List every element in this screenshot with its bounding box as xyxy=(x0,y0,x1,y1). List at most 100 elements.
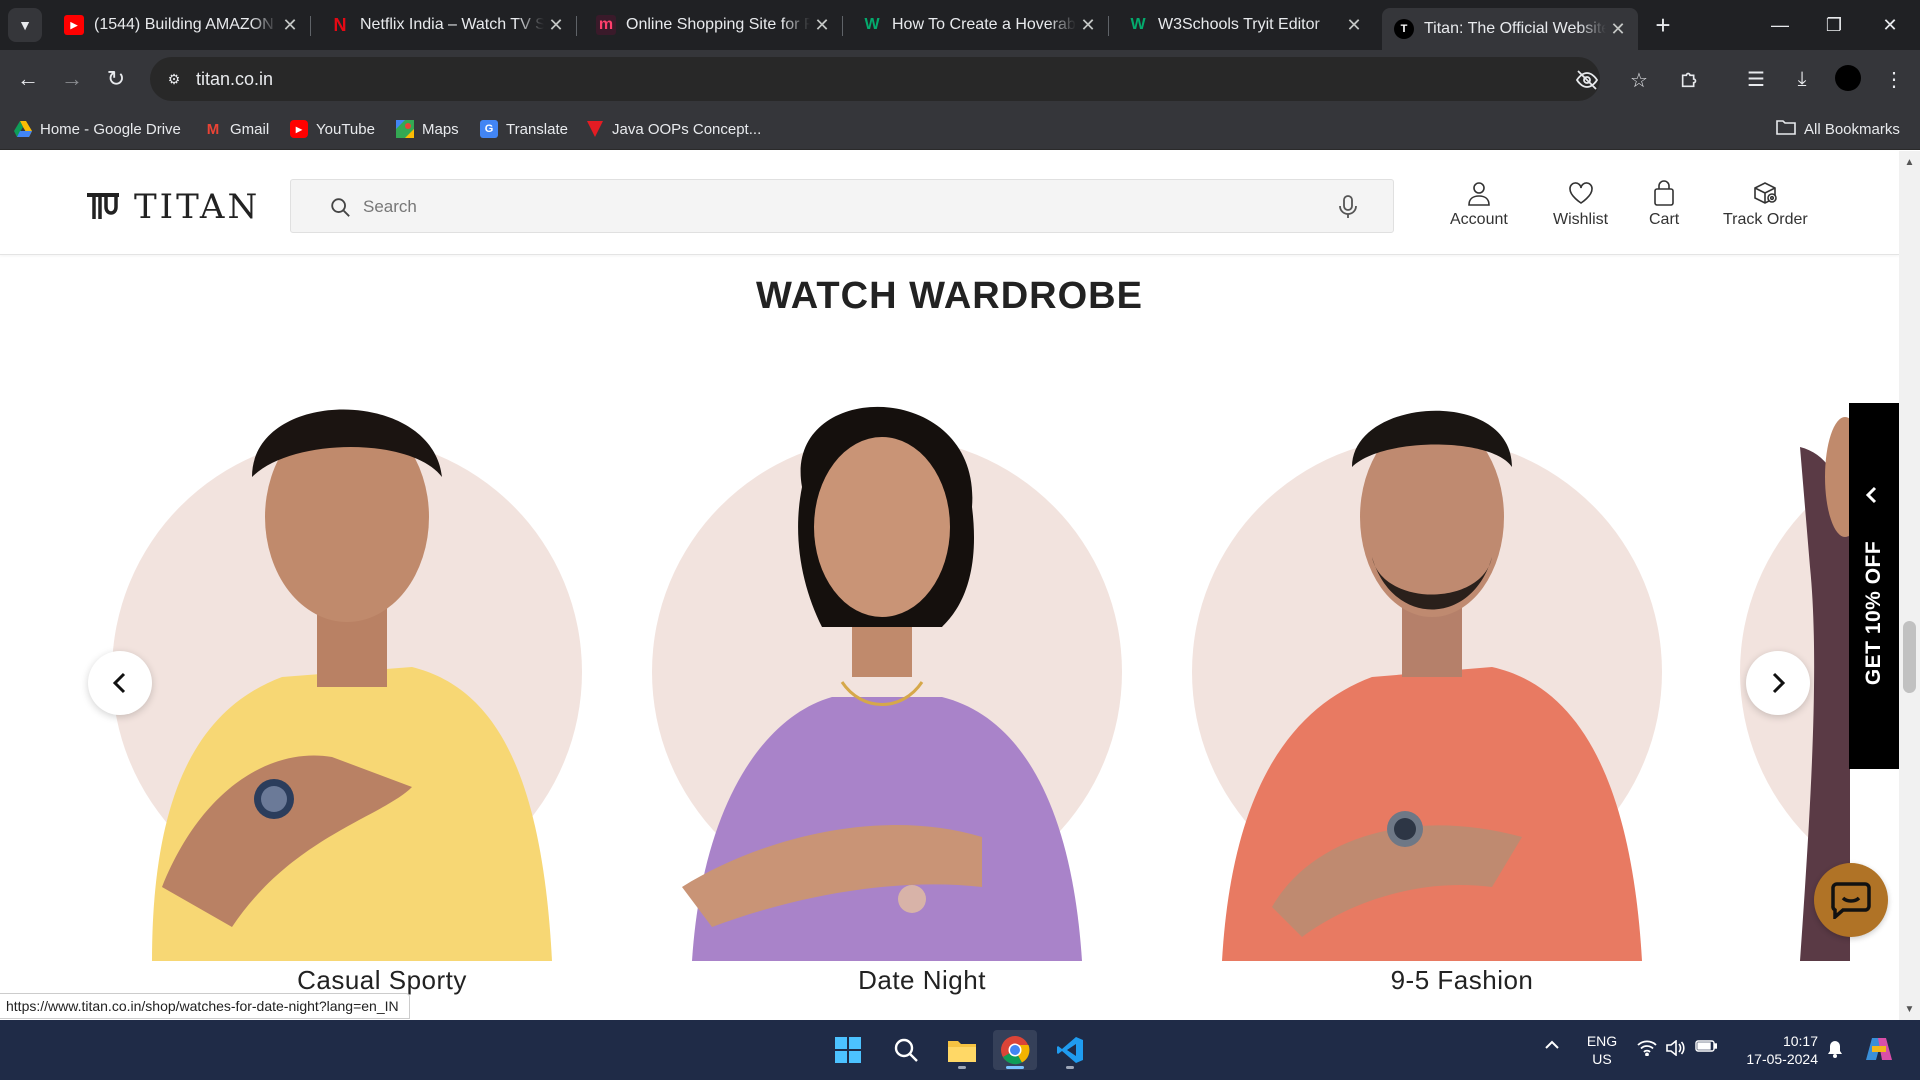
restore-icon[interactable]: ❐ xyxy=(1806,0,1862,50)
profile-avatar[interactable] xyxy=(1835,65,1861,91)
close-tab-icon[interactable]: ✕ xyxy=(278,15,302,36)
link-status-bubble: https://www.titan.co.in/shop/watches-for… xyxy=(0,993,410,1019)
tab-search-chevron-icon[interactable]: ▼ xyxy=(8,8,42,42)
wardrobe-card-9-5-fashion[interactable]: 9-5 Fashion xyxy=(1192,367,1732,995)
close-tab-icon[interactable]: ✕ xyxy=(810,15,834,36)
new-tab-plus-icon[interactable]: + xyxy=(1648,10,1678,40)
bookmark-label: Home - Google Drive xyxy=(40,120,181,138)
bookmark-youtube[interactable]: ▶ YouTube xyxy=(290,116,375,142)
running-indicator xyxy=(958,1066,966,1069)
titan-icon: T xyxy=(1394,19,1414,39)
carousel-next-button[interactable] xyxy=(1746,651,1810,715)
cart-label: Cart xyxy=(1649,211,1680,228)
tab-separator xyxy=(1108,16,1109,36)
model-photo xyxy=(152,409,552,961)
card-caption: 9-5 Fashion xyxy=(1390,965,1534,995)
search-icon[interactable] xyxy=(884,1030,928,1070)
site-header: TITAN Account Wishlist Cart Track Order xyxy=(0,151,1899,255)
battery-icon[interactable] xyxy=(1695,1040,1717,1052)
discount-offer-tab[interactable]: GET 10% OFF xyxy=(1849,403,1899,769)
titan-logo[interactable]: TITAN xyxy=(86,187,260,227)
scroll-up-arrow-icon[interactable]: ▲ xyxy=(1899,153,1920,171)
translate-icon: G xyxy=(480,120,498,138)
close-window-icon[interactable]: ✕ xyxy=(1862,0,1918,50)
chevron-left-icon xyxy=(112,672,126,694)
search-bar[interactable] xyxy=(290,179,1394,233)
carousel-prev-button[interactable] xyxy=(88,651,152,715)
logo-wordmark: TITAN xyxy=(134,187,261,227)
bookmark-java-oops[interactable]: Java OOPs Concept... xyxy=(586,116,761,142)
browser-tab[interactable]: N Netflix India – Watch TV Shows ✕ xyxy=(318,8,577,42)
chat-bubble-icon xyxy=(1831,882,1871,919)
scrollbar-thumb[interactable] xyxy=(1903,621,1916,693)
clock[interactable]: 10:17 17-05-2024 xyxy=(1732,1032,1818,1068)
bookmark-translate[interactable]: G Translate xyxy=(480,116,568,142)
vscode-icon[interactable] xyxy=(1048,1030,1092,1070)
close-tab-icon[interactable]: ✕ xyxy=(544,15,568,36)
card-caption: Casual Sporty xyxy=(297,965,467,995)
all-bookmarks-label: All Bookmarks xyxy=(1804,120,1900,138)
site-info-icon[interactable]: ⚙ xyxy=(164,69,184,89)
reload-icon[interactable]: ↻ xyxy=(100,63,132,95)
bookmark-google-drive[interactable]: Home - Google Drive xyxy=(14,116,181,142)
browser-tab[interactable]: W How To Create a Hoverable ✕ xyxy=(850,8,1109,42)
back-arrow-icon[interactable]: ← xyxy=(12,63,44,95)
tab-title: Netflix India – Watch TV Shows xyxy=(360,16,544,33)
file-explorer-icon[interactable] xyxy=(940,1030,984,1070)
wardrobe-card-casual-sporty[interactable]: Casual Sporty xyxy=(112,367,652,995)
browser-tab-active[interactable]: T Titan: The Official Website ✕ xyxy=(1382,8,1638,50)
youtube-icon: ▶ xyxy=(64,15,84,35)
browser-tab[interactable]: W W3Schools Tryit Editor ✕ xyxy=(1116,8,1374,42)
browser-tab[interactable]: m Online Shopping Site for Fashion ✕ xyxy=(584,8,843,42)
bookmarks-bar: Home - Google Drive M Gmail ▶ YouTube Ma… xyxy=(0,108,1920,150)
chrome-icon[interactable] xyxy=(993,1030,1037,1070)
language-indicator[interactable]: ENG US xyxy=(1582,1032,1622,1068)
page-scrollbar[interactable]: ▲ ▼ xyxy=(1899,151,1920,1020)
all-bookmarks-button[interactable]: All Bookmarks xyxy=(1776,116,1900,142)
bookmark-label: Java OOPs Concept... xyxy=(612,120,762,138)
page-viewport: TITAN Account Wishlist Cart Track Order … xyxy=(0,151,1920,1020)
minimize-icon[interactable]: — xyxy=(1752,0,1808,50)
close-tab-icon[interactable]: ✕ xyxy=(1076,15,1100,36)
search-icon xyxy=(331,198,350,217)
bookmark-maps[interactable]: Maps xyxy=(396,116,459,142)
gmail-icon: M xyxy=(206,120,220,138)
bookmark-star-icon[interactable]: ☆ xyxy=(1626,67,1652,93)
address-bar[interactable]: ⚙ titan.co.in ☆ xyxy=(150,57,1648,101)
copilot-icon[interactable] xyxy=(1864,1036,1894,1062)
close-tab-icon[interactable]: ✕ xyxy=(1342,15,1366,36)
notification-bell-icon[interactable] xyxy=(1826,1040,1844,1058)
section-title: WATCH WARDROBE xyxy=(756,275,1143,317)
tab-title: How To Create a Hoverable xyxy=(892,16,1076,33)
cart-button[interactable]: Cart xyxy=(1649,179,1679,229)
chat-support-button[interactable] xyxy=(1814,863,1888,937)
wishlist-button[interactable]: Wishlist xyxy=(1553,179,1608,229)
search-input[interactable] xyxy=(363,190,1263,224)
bookmark-gmail[interactable]: M Gmail xyxy=(204,116,269,142)
w3schools-icon: W xyxy=(864,16,880,33)
download-icon[interactable]: ⤓ xyxy=(1786,63,1818,95)
heart-icon xyxy=(1568,182,1593,204)
chevron-up-icon[interactable] xyxy=(1544,1040,1560,1050)
media-queue-icon[interactable]: ☰ xyxy=(1740,63,1772,95)
track-order-button[interactable]: Track Order xyxy=(1723,179,1808,229)
forward-arrow-icon[interactable]: → xyxy=(56,63,88,95)
account-label: Account xyxy=(1450,211,1508,228)
more-menu-icon[interactable]: ⋮ xyxy=(1878,63,1910,95)
close-tab-icon[interactable]: ✕ xyxy=(1606,19,1630,40)
model-photo xyxy=(1222,410,1642,961)
extensions-puzzle-icon[interactable] xyxy=(1674,63,1706,95)
wifi-icon[interactable] xyxy=(1636,1040,1658,1056)
url-text[interactable]: titan.co.in xyxy=(196,69,273,90)
microphone-icon[interactable] xyxy=(1337,195,1359,219)
promo-text: GET 10% OFF xyxy=(1862,540,1885,686)
eye-slash-icon[interactable] xyxy=(1574,67,1600,93)
windows-start-icon[interactable] xyxy=(826,1030,870,1070)
browser-tab[interactable]: ▶ (1544) Building AMAZON Clone ✕ xyxy=(52,8,311,42)
scroll-down-arrow-icon[interactable]: ▼ xyxy=(1899,1000,1920,1018)
wardrobe-card-date-night[interactable]: Date Night xyxy=(652,367,1192,995)
volume-icon[interactable] xyxy=(1664,1040,1686,1056)
w3schools-icon: W xyxy=(1130,16,1146,33)
account-button[interactable]: Account xyxy=(1450,179,1508,229)
language-label: ENG xyxy=(1586,1033,1618,1049)
